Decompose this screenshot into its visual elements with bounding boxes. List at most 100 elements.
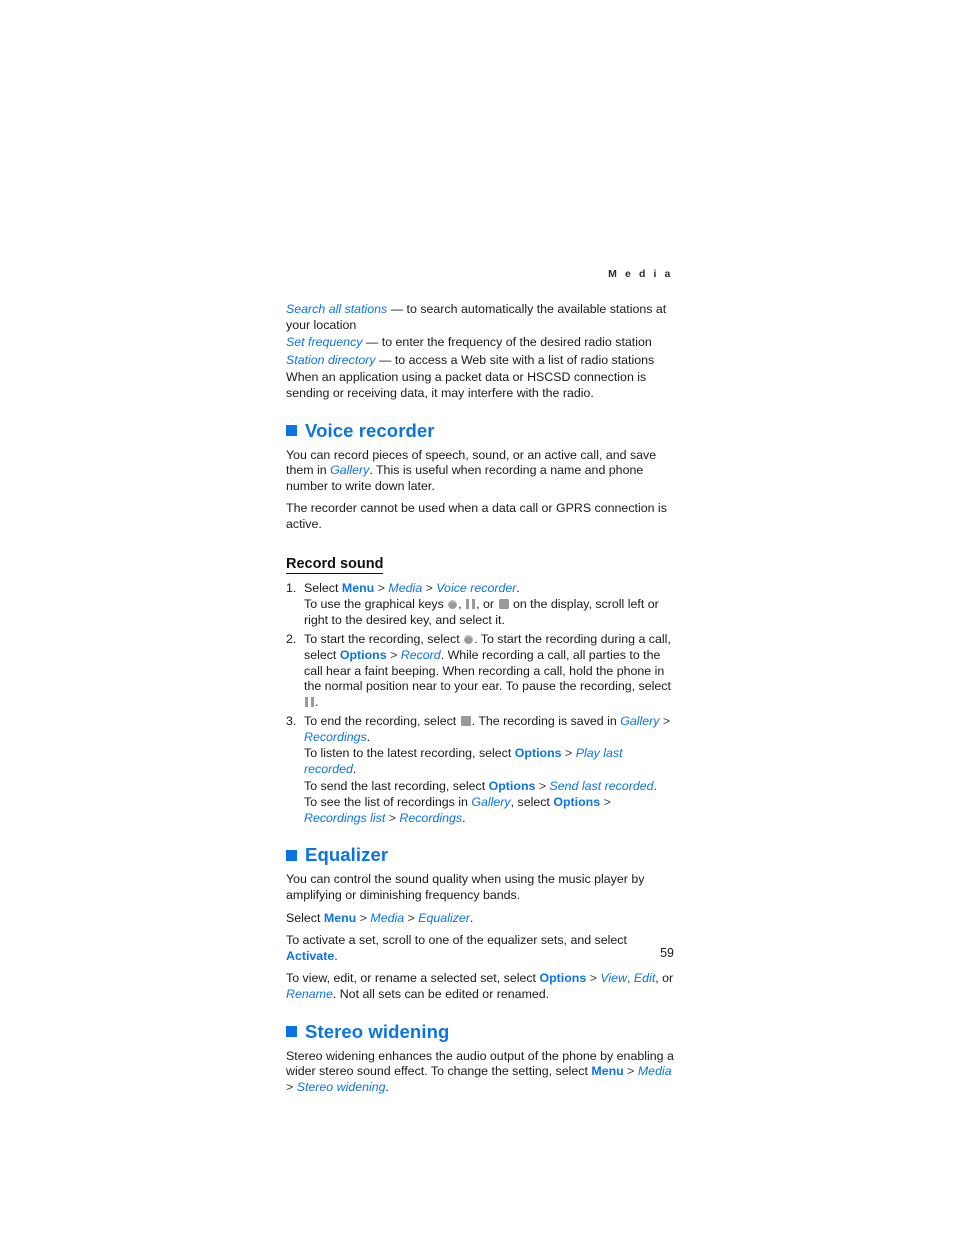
voice-recorder-intro: You can record pieces of speech, sound, … <box>286 448 674 495</box>
radio-option-dash-glyph: — <box>365 335 379 350</box>
equalizer-intro: You can control the sound quality when u… <box>286 872 645 903</box>
section-heading-voice-recorder: Voice recorder <box>286 420 674 442</box>
edit-link[interactable]: Edit <box>634 971 655 985</box>
step-3-send-lead: To send the last recording, select <box>304 778 489 793</box>
equalizer-view-lead: To view, edit, or rename a selected set,… <box>286 971 540 986</box>
options-link[interactable]: Options <box>553 795 600 809</box>
stereo-widening-body: Stereo widening enhances the audio outpu… <box>286 1049 674 1096</box>
step-1-select-label: Select <box>304 580 342 595</box>
subsection-heading-record-sound: Record sound <box>286 555 384 574</box>
options-link[interactable]: Options <box>515 746 562 760</box>
step-number: 1. <box>286 580 297 595</box>
step-3-list-lead: To see the list of recordings in <box>304 795 472 810</box>
step-2-lead: To start the recording, select <box>304 632 464 647</box>
radio-option-definition: to enter the frequency of the desired ra… <box>381 335 652 350</box>
stereo-widening-link[interactable]: Stereo widening <box>297 1080 386 1094</box>
step-3-send-line: To send the last recording, select Optio… <box>304 779 674 795</box>
recordings-list-link[interactable]: Recordings list <box>304 811 385 825</box>
step-3-list-mid: , select <box>510 795 554 810</box>
section-heading-label: Voice recorder <box>305 419 435 441</box>
path-separator: > <box>385 810 400 825</box>
radio-option-row: Station directory — to access a Web site… <box>286 353 674 369</box>
equalizer-view-tail: . Not all sets can be edited or renamed. <box>332 987 550 1001</box>
menu-link[interactable]: Menu <box>591 1064 623 1078</box>
gallery-link[interactable]: Gallery <box>471 795 510 809</box>
options-link[interactable]: Options <box>539 971 586 985</box>
equalizer-or-label: , or <box>655 971 674 986</box>
radio-option-dash-glyph: — <box>378 352 392 367</box>
running-header: M e d i a <box>608 268 673 280</box>
equalizer-view-line: To view, edit, or rename a selected set,… <box>286 971 674 1002</box>
media-link[interactable]: Media <box>370 911 404 925</box>
menu-link[interactable]: Menu <box>324 911 356 925</box>
record-key-icon <box>448 600 458 610</box>
step-number: 2. <box>286 632 297 647</box>
record-key-icon <box>464 635 474 645</box>
step-3-listen-period: . <box>352 762 357 777</box>
path-separator: > <box>659 714 671 729</box>
period: . <box>469 910 474 925</box>
page-content: M e d i a Search all stations — to searc… <box>286 268 674 1102</box>
step-3-listen-lead: To listen to the latest recording, selec… <box>304 746 515 761</box>
comma-separator: , <box>627 971 634 986</box>
step-3-lead: To end the recording, select <box>304 714 460 729</box>
menu-link[interactable]: Menu <box>342 581 374 595</box>
step-3-send-period: . <box>653 778 657 793</box>
path-separator: > <box>286 1079 297 1094</box>
step-2-line: To start the recording, select . To star… <box>304 632 674 710</box>
path-separator: > <box>356 910 371 925</box>
section-heading-stereo-widening: Stereo widening <box>286 1021 674 1043</box>
radio-option-row: Set frequency — to enter the frequency o… <box>286 335 674 351</box>
step-1-line: Select Menu > Media > Voice recorder. <box>304 581 674 597</box>
voice-recorder-restriction: The recorder cannot be used when a data … <box>286 501 667 531</box>
step-3-list-period: . <box>462 810 466 825</box>
section-heading-label: Stereo widening <box>305 1020 450 1042</box>
pause-key-icon <box>466 599 476 610</box>
recordings-link[interactable]: Recordings <box>399 811 462 825</box>
gallery-link[interactable]: Gallery <box>620 714 659 728</box>
recordings-link[interactable]: Recordings <box>304 730 367 744</box>
media-link[interactable]: Media <box>388 581 422 595</box>
send-last-recorded-link[interactable]: Send last recorded <box>550 779 654 793</box>
step-3-listen-line: To listen to the latest recording, selec… <box>304 746 674 777</box>
equalizer-select-label: Select <box>286 910 324 925</box>
options-link[interactable]: Options <box>340 648 387 662</box>
step-3-period: . <box>366 729 371 744</box>
stop-key-icon <box>460 716 471 727</box>
rename-link[interactable]: Rename <box>286 987 333 1001</box>
step-1-sub-or: , or <box>476 597 498 612</box>
path-separator: > <box>535 778 550 793</box>
radio-option-term: Search all stations <box>286 302 388 316</box>
path-separator: > <box>386 647 401 662</box>
equalizer-path-line: Select Menu > Media > Equalizer. <box>286 911 674 927</box>
path-separator: > <box>623 1064 638 1079</box>
radio-option-definition: to access a Web site with a list of radi… <box>394 352 655 367</box>
path-separator: > <box>404 910 419 925</box>
step-number: 3. <box>286 714 297 729</box>
pause-key-icon <box>305 696 314 707</box>
path-separator: > <box>600 795 611 810</box>
step-item: 1. Select Menu > Media > Voice recorder.… <box>286 581 674 629</box>
step-1-sub-comma: , <box>458 597 466 612</box>
square-bullet-icon <box>286 425 297 437</box>
view-link[interactable]: View <box>600 971 627 985</box>
step-1-sub-lead: To use the graphical keys <box>304 597 448 612</box>
equalizer-link[interactable]: Equalizer <box>418 911 470 925</box>
record-sound-steps: 1. Select Menu > Media > Voice recorder.… <box>286 581 674 827</box>
step-3-mid: . The recording is saved in <box>471 714 621 729</box>
step-3-line: To end the recording, select . The recor… <box>304 714 674 745</box>
radio-option-term: Set frequency <box>286 335 363 350</box>
record-link[interactable]: Record <box>401 648 441 662</box>
options-link[interactable]: Options <box>489 779 536 793</box>
section-heading-equalizer: Equalizer <box>286 844 674 866</box>
square-bullet-icon <box>286 1026 297 1038</box>
path-separator: > <box>586 971 601 986</box>
voice-recorder-link[interactable]: Voice recorder <box>436 581 516 595</box>
period: . <box>516 580 520 595</box>
step-3-list-line: To see the list of recordings in Gallery… <box>304 795 674 826</box>
page-number: 59 <box>660 946 674 960</box>
radio-interference-note: When an application using a packet data … <box>286 370 647 400</box>
gallery-link[interactable]: Gallery <box>330 463 369 477</box>
media-link[interactable]: Media <box>638 1064 672 1078</box>
step-item: 3. To end the recording, select . The re… <box>286 714 674 826</box>
